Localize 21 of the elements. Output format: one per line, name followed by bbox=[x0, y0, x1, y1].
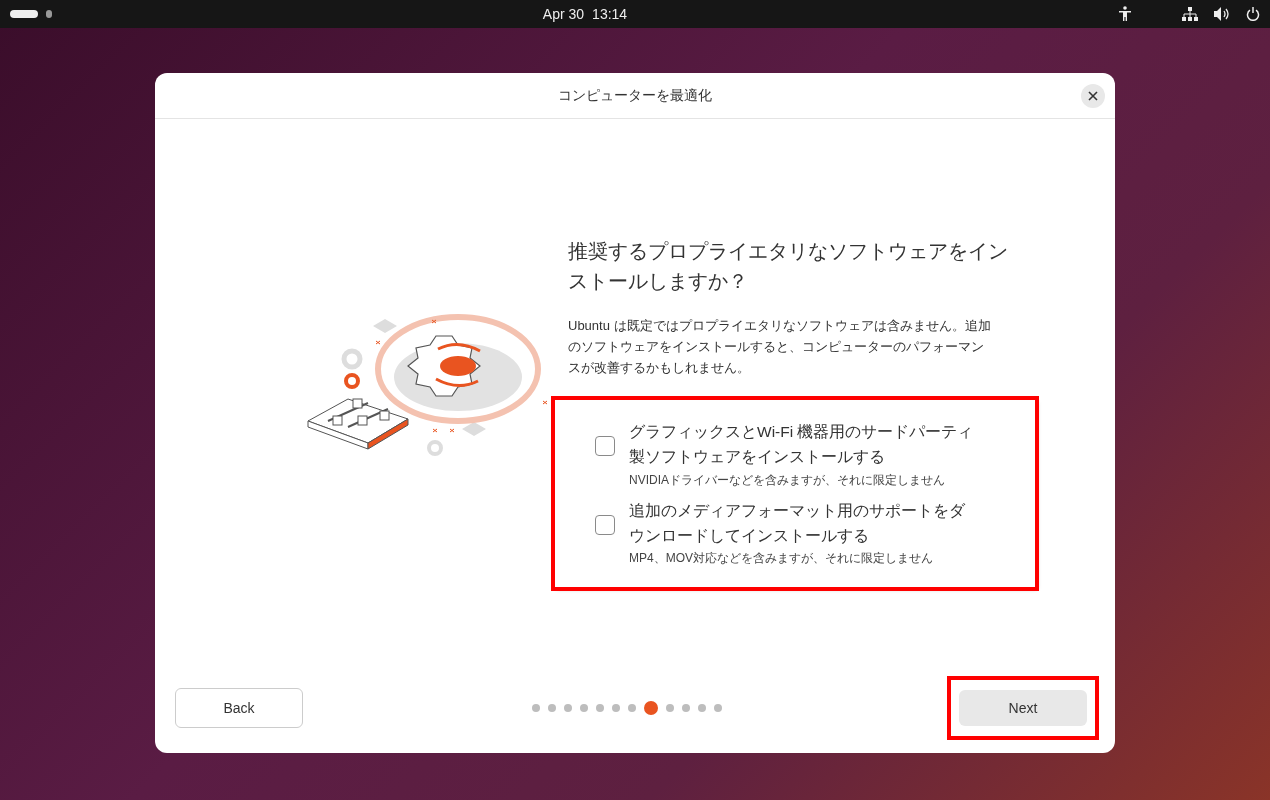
next-button[interactable]: Next bbox=[959, 690, 1087, 726]
option-hint: NVIDIAドライバーなどを含みますが、それに限定しません bbox=[629, 472, 946, 489]
page-heading: 推奨するプロプライエタリなソフトウェアをインストールしますか？ bbox=[568, 239, 1009, 294]
window-title: コンピューターを最適化 bbox=[558, 86, 712, 105]
description-text: Ubuntu は既定ではプロプライエタリなソフトウェアは含みません。追加のソフトウェアをインストールすると、コンピューターのパフォーマンスが改善するかもしれません。 bbox=[568, 317, 992, 377]
power-icon[interactable] bbox=[1246, 7, 1260, 21]
close-button[interactable] bbox=[1081, 84, 1105, 108]
network-icon[interactable] bbox=[1182, 7, 1198, 21]
workspace-indicator[interactable] bbox=[46, 10, 52, 18]
checkbox[interactable] bbox=[595, 514, 615, 535]
volume-icon[interactable] bbox=[1214, 7, 1230, 21]
back-button[interactable]: Back bbox=[175, 688, 303, 728]
option-hint: MP4、MOV対応などを含みますが、それに限定しません bbox=[629, 550, 934, 568]
accessibility-icon[interactable] bbox=[1118, 6, 1132, 22]
workspace-indicator[interactable] bbox=[10, 10, 38, 18]
close-icon bbox=[1088, 91, 1098, 101]
option-label[interactable]: 追加のメディアフォーマット用のサポートをダウンロードしてインストールする bbox=[629, 498, 979, 549]
checkbox[interactable] bbox=[595, 436, 615, 457]
option-label[interactable]: グラフィックスとWi-Fi 機器用のサードパーティ製ソフトウェアをインストールする bbox=[629, 420, 979, 470]
date-label[interactable]: Apr 30 bbox=[542, 3, 585, 25]
clock[interactable]: 13:14 bbox=[592, 3, 628, 25]
